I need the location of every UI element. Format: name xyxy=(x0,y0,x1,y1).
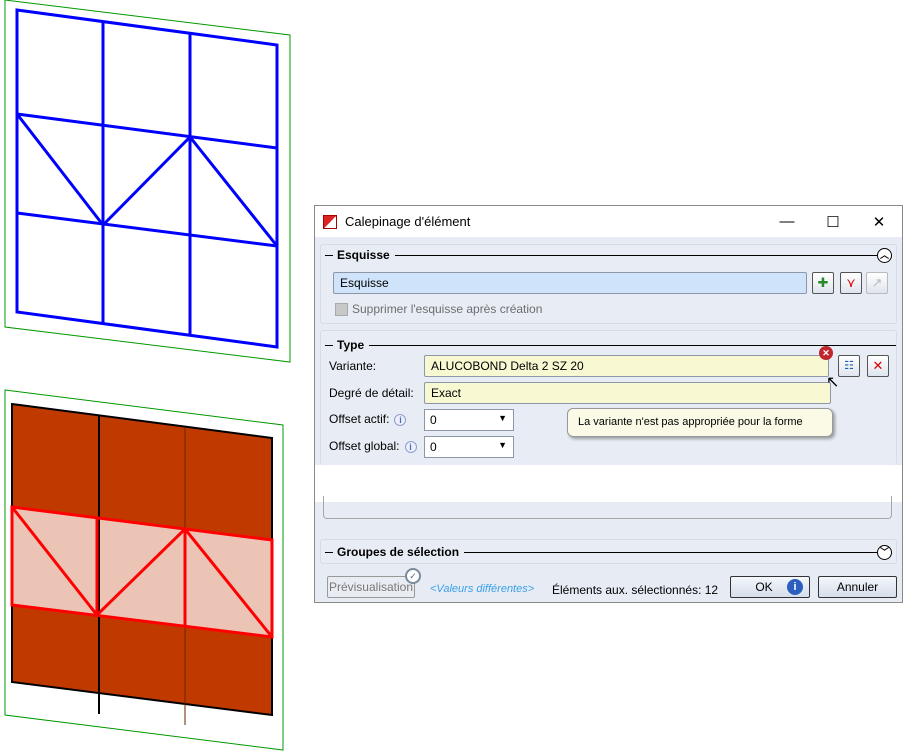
title-bar: Calepinage d'élément — ☐ ✕ xyxy=(315,206,902,237)
sketch-field[interactable]: Esquisse xyxy=(333,272,807,294)
preview-button[interactable]: Prévisualisation xyxy=(327,576,415,598)
dropdown-arrow-icon: ▼ xyxy=(498,413,507,423)
add-sketch-icon[interactable]: ✚ xyxy=(812,272,834,294)
expand-chevron-down-icon[interactable]: ﹀ xyxy=(877,544,892,560)
ok-button[interactable]: OK i xyxy=(730,576,810,598)
info-icon: i xyxy=(787,579,803,595)
catalog-icon[interactable]: ☷ xyxy=(838,355,860,377)
calepinage-dialog: Calepinage d'élément — ☐ ✕ Esquisse ︿ Esq… xyxy=(314,205,903,603)
type-section: Type Variante: ALUCOBOND Delta 2 SZ 20 ✕… xyxy=(320,330,897,465)
offset-global-select[interactable]: 0 ▼ xyxy=(424,436,514,458)
esquisse-section: Esquisse ︿ Esquisse ✚ ⋎ ↗ Supprimer l'esq… xyxy=(320,244,897,324)
wireframe-grid-view xyxy=(4,0,291,363)
selected-count: Éléments aux. sélectionnés: 12 xyxy=(552,583,719,597)
different-values-link[interactable]: <Valeurs différentes> xyxy=(430,583,534,595)
mouse-cursor-icon: ↖ xyxy=(826,374,840,391)
type-header: Type xyxy=(337,338,365,352)
info-icon[interactable]: i xyxy=(394,414,407,426)
offset-actif-select[interactable]: 0 ▼ xyxy=(424,409,514,431)
close-button[interactable]: ✕ xyxy=(856,213,902,231)
detail-label: Degré de détail: xyxy=(329,386,414,400)
variante-label: Variante: xyxy=(329,359,377,373)
maximize-button[interactable]: ☐ xyxy=(810,213,856,231)
edit-sketch-icon[interactable]: ⋎ xyxy=(840,272,862,294)
cad-drawings xyxy=(4,0,291,751)
section-frame xyxy=(323,496,892,519)
clear-variant-icon[interactable]: ✕ xyxy=(867,355,889,377)
variante-field[interactable]: ALUCOBOND Delta 2 SZ 20 xyxy=(424,355,829,377)
error-tooltip: La variante n'est pas appropriée pour la… xyxy=(567,408,833,437)
detail-field[interactable]: Exact xyxy=(424,382,831,404)
delete-sketch-label: Supprimer l'esquisse après création xyxy=(352,302,543,316)
groupes-section: Groupes de sélection ﹀ xyxy=(320,539,897,564)
offset-global-label: Offset global: xyxy=(329,439,400,453)
app-icon xyxy=(323,214,337,229)
collapse-chevron-up-icon[interactable]: ︿ xyxy=(877,247,892,263)
minimize-button[interactable]: — xyxy=(764,213,810,231)
rendered-panel-view xyxy=(4,389,284,751)
sketch-disabled-icon: ↗ xyxy=(866,272,888,294)
delete-sketch-checkbox[interactable] xyxy=(335,302,348,316)
esquisse-header: Esquisse xyxy=(337,248,390,262)
groupes-header: Groupes de sélection xyxy=(337,545,460,559)
offset-actif-label: Offset actif: xyxy=(329,412,390,426)
error-icon: ✕ xyxy=(819,346,833,360)
dropdown-arrow-icon: ▼ xyxy=(498,440,507,450)
cancel-button[interactable]: Annuler xyxy=(818,576,897,598)
dialog-title: Calepinage d'élément xyxy=(345,214,471,229)
info-icon[interactable]: i xyxy=(404,441,417,453)
check-icon: ✓ xyxy=(405,568,421,584)
